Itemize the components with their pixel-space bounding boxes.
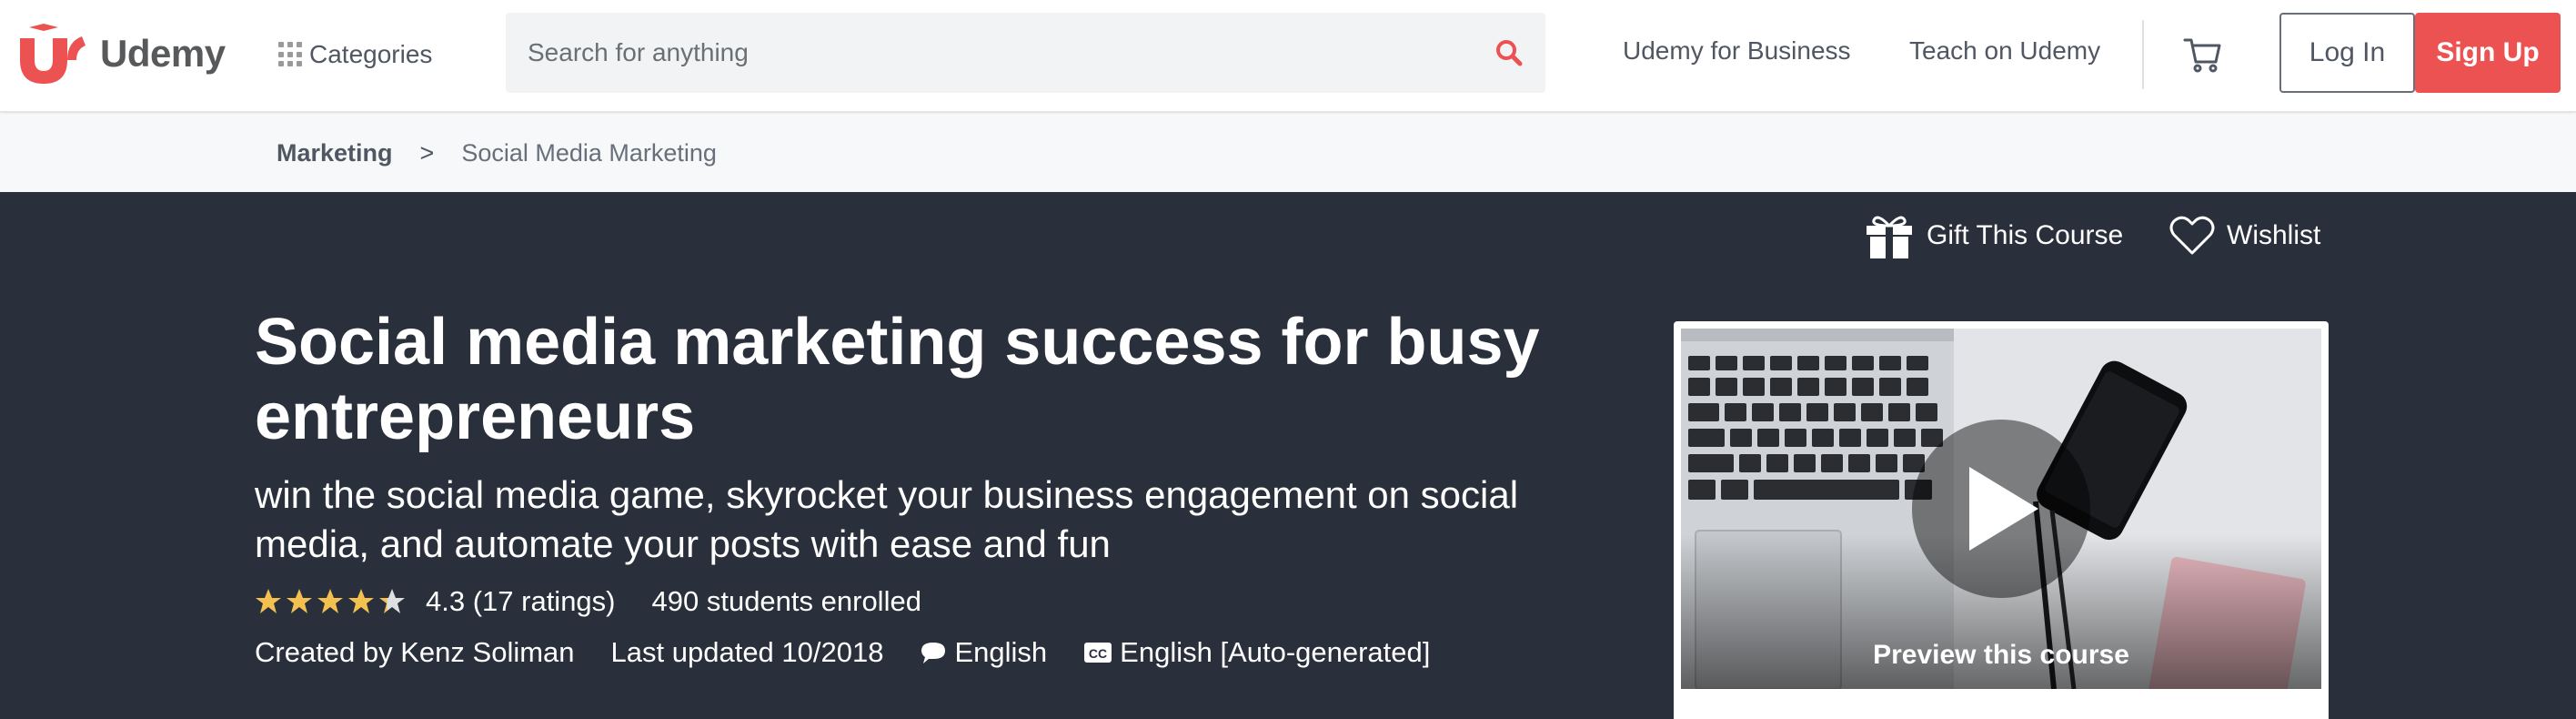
header-divider: [2142, 20, 2144, 89]
play-button[interactable]: [1912, 420, 2090, 598]
language-label: English: [954, 636, 1048, 668]
signup-button[interactable]: Sign Up: [2415, 13, 2561, 93]
logo-text: Udemy: [100, 32, 226, 75]
udemy-for-business-link[interactable]: Udemy for Business: [1623, 36, 1851, 66]
udemy-logo[interactable]: Udemy: [16, 24, 226, 84]
course-hero: Gift This Course Wishlist Social media m…: [0, 192, 2576, 719]
cart-button[interactable]: [2183, 35, 2223, 75]
teach-on-udemy-link[interactable]: Teach on Udemy: [1909, 36, 2100, 66]
top-header: Udemy Categories Udemy for Business Teac…: [0, 0, 2576, 113]
breadcrumb: Marketing > Social Media Marketing: [0, 115, 2576, 192]
course-meta-row: Created by Kenz Soliman Last updated 10/…: [255, 634, 1466, 671]
wishlist-label: Wishlist: [2227, 220, 2321, 250]
course-subtitle: win the social media game, skyrocket you…: [255, 473, 1519, 565]
course-preview-card: Preview this course: [1674, 321, 2329, 719]
search-icon: [1496, 40, 1523, 66]
cart-icon: [2183, 38, 2221, 73]
star-rating: [255, 588, 409, 615]
heart-icon: [2169, 216, 2215, 255]
course-title: Social media marketing success for busy …: [255, 306, 1540, 453]
gift-course-label: Gift This Course: [1927, 220, 2124, 250]
gift-icon: [1867, 216, 1912, 258]
udemy-logo-mark-icon: [20, 24, 86, 84]
categories-menu[interactable]: Categories: [278, 36, 432, 73]
star-icon: [348, 589, 374, 613]
categories-label: Categories: [309, 40, 433, 68]
star-icon: [379, 589, 405, 613]
search-input[interactable]: [506, 13, 1415, 93]
language: English: [920, 636, 1047, 669]
login-button[interactable]: Log In: [2279, 13, 2415, 93]
rating-text[interactable]: 4.3 (17 ratings): [426, 585, 616, 618]
rating-row: 4.3 (17 ratings) 490 students enrolled: [255, 583, 921, 620]
preview-course-label[interactable]: Preview this course: [1681, 640, 2321, 671]
breadcrumb-separator: >: [419, 139, 435, 167]
star-icon: [256, 589, 281, 613]
wishlist-button[interactable]: Wishlist: [2168, 212, 2320, 259]
search-bar: [506, 13, 1545, 93]
breadcrumb-item-social-media-marketing[interactable]: Social Media Marketing: [461, 139, 717, 167]
gift-course-button[interactable]: Gift This Course: [1865, 212, 2123, 259]
breadcrumb-item-marketing[interactable]: Marketing: [277, 139, 393, 167]
play-icon: [1969, 467, 2038, 551]
preview-video[interactable]: Preview this course: [1681, 329, 2321, 689]
last-updated: Last updated 10/2018: [610, 636, 884, 668]
star-icon: [317, 589, 343, 613]
students-enrolled: 490 students enrolled: [651, 585, 921, 617]
captions: CC English [Auto-generated]: [1083, 636, 1430, 669]
star-icon: [287, 589, 312, 613]
search-button[interactable]: [1491, 35, 1527, 71]
grid-icon: [278, 42, 304, 67]
speech-bubble-icon: [921, 643, 946, 663]
svg-text:CC: CC: [1089, 646, 1107, 661]
captions-label: English [Auto-generated]: [1120, 636, 1431, 668]
closed-captions-icon: CC: [1084, 643, 1112, 663]
created-by: Created by Kenz Soliman: [255, 636, 575, 668]
